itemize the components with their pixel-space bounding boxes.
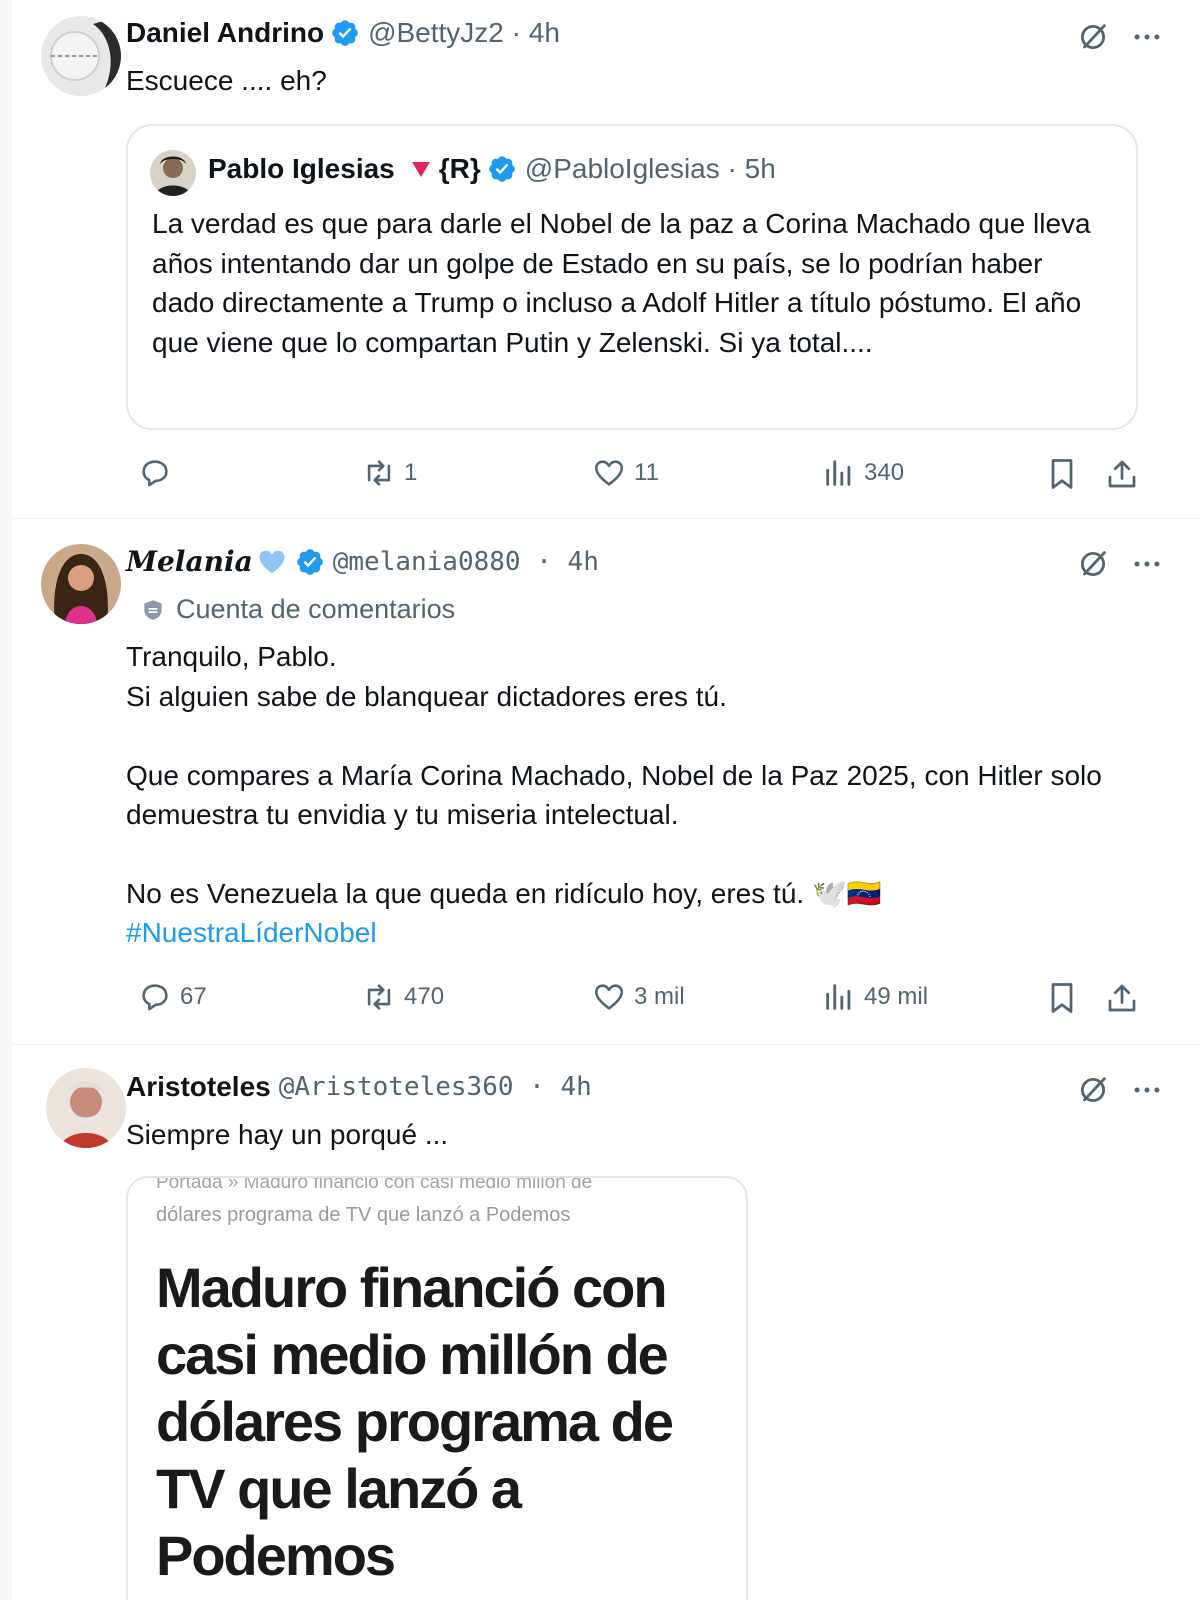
quoted-text: La verdad es que para darle el Nobel de … [152,208,1091,358]
grok-icon[interactable] [1076,1073,1110,1107]
reply-button[interactable]: 67 [138,980,207,1014]
tweet-header: Aristoteles @Aristoteles360 · 4h [126,1071,592,1103]
action-bar: 67 470 3 mil 49 mil [126,980,1166,1020]
bookmark-icon[interactable] [1044,456,1080,492]
tweet-header: Melania @melania0880 · 4h [126,545,599,578]
views-icon [826,984,851,1010]
repost-count: 1 [404,459,418,486]
more-icon[interactable] [1130,20,1164,54]
views-icon [826,460,851,486]
share-icon[interactable] [1104,456,1140,492]
article-headline: Maduro financió con casi medio millón de… [156,1256,674,1587]
like-button[interactable]: 3 mil [592,980,685,1014]
tweet-text: Escuece .... eh? [126,65,327,96]
grok-icon[interactable] [1076,547,1110,581]
blue-heart-emoji [259,550,285,573]
views-button[interactable]: 49 mil [822,980,928,1014]
red-triangle-icon [411,162,430,177]
tweet-text: Tranquilo, Pablo. Si alguien sabe de bla… [126,641,1102,909]
reply-button[interactable] [138,456,180,490]
article-breadcrumb-top: Portada » Maduro financió con casi medio… [156,1176,593,1193]
avatar-daniel-andrino[interactable] [41,16,121,96]
repost-button[interactable]: 1 [362,456,417,490]
more-icon[interactable] [1130,1073,1164,1107]
views-button[interactable]: 340 [822,456,904,490]
verified-badge-icon [488,156,515,182]
grok-icon[interactable] [1076,20,1110,54]
reply-icon [142,460,168,487]
avatar-pablo-iglesias [150,150,196,196]
like-button[interactable]: 11 [592,456,659,490]
article-breadcrumb: dólares programa de TV que lanzó a Podem… [156,1204,571,1226]
hashtag-link[interactable]: #NuestraLíderNobel [126,913,377,952]
like-count: 3 mil [634,983,685,1010]
repost-button[interactable]: 470 [362,980,444,1014]
like-icon [594,460,624,486]
avatar-aristoteles[interactable] [46,1068,126,1148]
verified-badge-icon [332,20,358,46]
share-icon[interactable] [1104,980,1140,1016]
verified-badge-icon [296,548,323,575]
account-label-text: Cuenta de comentarios [176,594,456,624]
like-icon [594,984,624,1010]
author-handle[interactable]: @melania0880 · 4h [333,547,599,577]
more-icon[interactable] [1130,547,1164,581]
tweet-divider [12,1044,1200,1045]
quoted-author-name: Pablo Iglesias [208,153,395,184]
bookmark-icon[interactable] [1044,980,1080,1016]
author-handle[interactable]: @Aristoteles360 · 4h [279,1072,592,1102]
repost-icon [367,984,391,1010]
repost-icon [367,460,391,486]
tweet-header: Daniel Andrino @BettyJz2 · 4h [126,17,560,49]
author-name[interactable]: Aristoteles [126,1071,271,1103]
views-count: 340 [864,459,905,486]
shield-icon [144,599,162,620]
article-card[interactable]: Portada » Maduro financió con casi medio… [126,1176,748,1600]
action-bar: 1 11 340 [126,456,1166,496]
quoted-author-handle: @PabloIglesias · 5h [524,153,776,184]
account-label[interactable]: Cuenta de comentarios [140,594,455,625]
avatar-melania[interactable] [41,544,121,624]
quoted-tweet[interactable]: Pablo Iglesias {R} @PabloIglesias · 5h L… [126,124,1138,430]
quoted-author-badges: {R} [438,153,481,184]
like-count: 11 [634,459,659,486]
author-name[interactable]: Daniel Andrino [126,17,324,49]
reply-icon [142,984,168,1011]
page-left-edge [0,0,12,1600]
tweet-text: Siempre hay un porqué ... [126,1119,449,1150]
repost-count: 470 [404,983,445,1010]
tweet-divider [12,518,1200,519]
views-count: 49 mil [864,983,929,1010]
author-handle[interactable]: @BettyJz2 · 4h [368,17,560,49]
author-name[interactable]: Melania [126,545,253,578]
reply-count: 67 [180,983,207,1010]
